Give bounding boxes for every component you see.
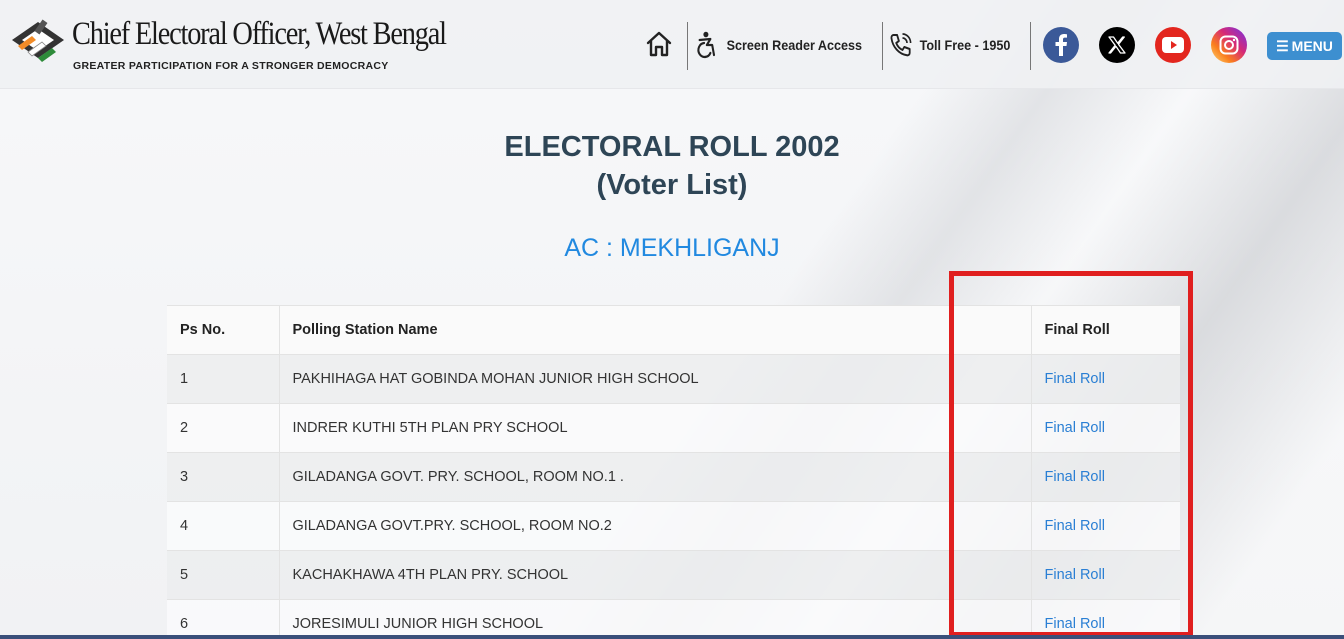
brand-title[interactable]: Chief Electoral Officer, West Bengal <box>72 16 447 53</box>
ps-number: 6 <box>167 599 280 639</box>
polling-station-name: KACHAKHAWA 4TH PLAN PRY. SCHOOL <box>279 550 1032 600</box>
ps-number: 5 <box>167 550 280 600</box>
final-roll-cell: Final Roll <box>1031 403 1180 453</box>
toll-free-link[interactable]: Toll Free - 1950 <box>889 30 1010 60</box>
instagram-icon[interactable] <box>1211 27 1247 63</box>
facebook-icon[interactable] <box>1043 27 1079 63</box>
polling-station-name: JORESIMULI JUNIOR HIGH SCHOOL <box>279 599 1032 639</box>
final-roll-cell: Final Roll <box>1031 599 1180 639</box>
ps-number: 3 <box>167 452 280 502</box>
final-roll-link[interactable]: Final Roll <box>1045 567 1105 583</box>
brand-tagline: GREATER PARTICIPATION FOR A STRONGER DEM… <box>73 60 389 72</box>
table-row: 4 GILADANGA GOVT.PRY. SCHOOL, ROOM NO.2 … <box>167 501 1180 551</box>
bottom-border <box>0 635 1344 639</box>
polling-station-name: GILADANGA GOVT. PRY. SCHOOL, ROOM NO.1 . <box>279 452 1032 502</box>
phone-call-icon <box>890 33 912 57</box>
table-row: 3 GILADANGA GOVT. PRY. SCHOOL, ROOM NO.1… <box>167 452 1180 502</box>
screen-reader-label: Screen Reader Access <box>726 37 863 53</box>
final-roll-link[interactable]: Final Roll <box>1045 420 1105 436</box>
final-roll-link[interactable]: Final Roll <box>1045 518 1105 534</box>
table-row: 2 INDRER KUTHI 5TH PLAN PRY SCHOOL Final… <box>167 403 1180 453</box>
table-row: 5 KACHAKHAWA 4TH PLAN PRY. SCHOOL Final … <box>167 550 1180 600</box>
x-twitter-icon[interactable] <box>1099 27 1135 63</box>
eci-logo-icon[interactable] <box>8 16 68 70</box>
polling-station-name: INDRER KUTHI 5TH PLAN PRY SCHOOL <box>279 403 1032 453</box>
header-polling-station-name: Polling Station Name <box>279 305 1032 355</box>
polling-station-name: GILADANGA GOVT.PRY. SCHOOL, ROOM NO.2 <box>279 501 1032 551</box>
nav-divider <box>1030 22 1031 70</box>
page-title-line2: (Voter List) <box>596 169 748 201</box>
polling-station-table: Ps No. Polling Station Name Final Roll 1… <box>167 305 1180 639</box>
assembly-constituency-label: AC : MEKHLIGANJ <box>564 234 780 262</box>
polling-station-name: PAKHIHAGA HAT GOBINDA MOHAN JUNIOR HIGH … <box>279 354 1032 404</box>
site-header: Chief Electoral Officer, West Bengal GRE… <box>0 0 1344 89</box>
hamburger-icon: ☰ <box>1276 37 1289 54</box>
menu-button[interactable]: ☰ MENU <box>1267 32 1342 60</box>
ps-number: 2 <box>167 403 280 453</box>
toll-free-label: Toll Free - 1950 <box>919 37 1011 53</box>
ps-number: 1 <box>167 354 280 404</box>
home-icon[interactable] <box>645 30 673 58</box>
final-roll-cell: Final Roll <box>1031 452 1180 502</box>
final-roll-cell: Final Roll <box>1031 501 1180 551</box>
page-title-line1: ELECTORAL ROLL 2002 <box>504 131 840 163</box>
nav-divider <box>687 22 688 70</box>
nav-divider <box>882 22 883 70</box>
final-roll-link[interactable]: Final Roll <box>1045 469 1105 485</box>
header-final-roll: Final Roll <box>1031 305 1180 355</box>
screen-reader-access-link[interactable]: Screen Reader Access <box>696 30 862 60</box>
page-title: ELECTORAL ROLL 2002 (Voter List) <box>0 128 1344 204</box>
final-roll-cell: Final Roll <box>1031 550 1180 600</box>
ps-number: 4 <box>167 501 280 551</box>
table-row: 6 JORESIMULI JUNIOR HIGH SCHOOL Final Ro… <box>167 599 1180 639</box>
header-ps-no: Ps No. <box>167 305 280 355</box>
final-roll-link[interactable]: Final Roll <box>1045 371 1105 387</box>
final-roll-link[interactable]: Final Roll <box>1045 616 1105 632</box>
accessibility-icon <box>697 31 716 59</box>
table-row: 1 PAKHIHAGA HAT GOBINDA MOHAN JUNIOR HIG… <box>167 354 1180 404</box>
table-header-row: Ps No. Polling Station Name Final Roll <box>167 305 1180 355</box>
final-roll-cell: Final Roll <box>1031 354 1180 404</box>
youtube-icon[interactable] <box>1155 27 1191 63</box>
menu-label: MENU <box>1291 38 1333 54</box>
